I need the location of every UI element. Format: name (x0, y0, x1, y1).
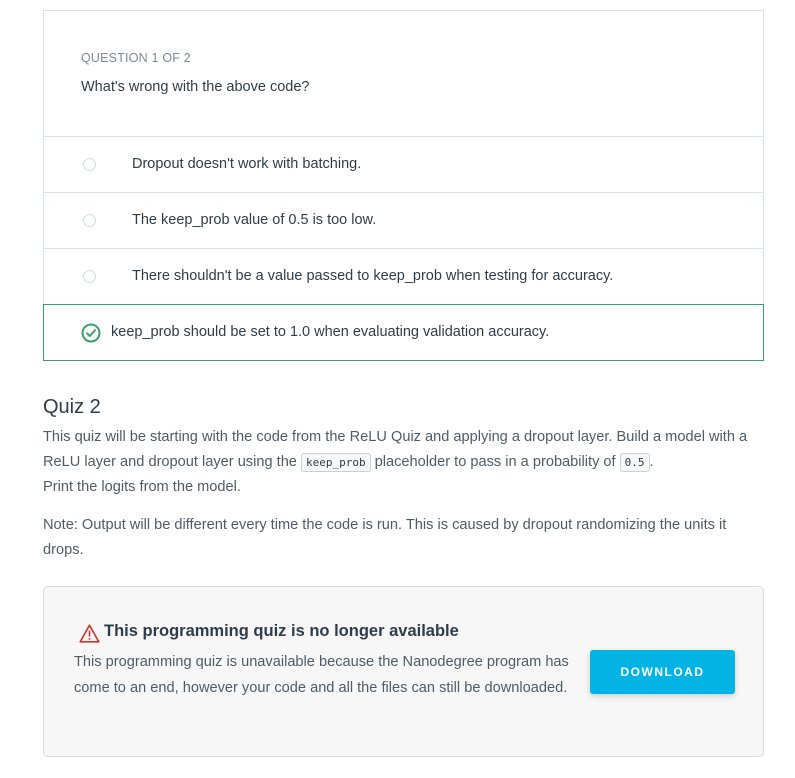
instructions-text: placeholder to pass in a probability of (370, 454, 620, 470)
section-title: Quiz 2 (43, 396, 101, 418)
question-counter: QUESTION 1 OF 2 (81, 51, 191, 65)
question-text: What's wrong with the above code? (81, 79, 310, 95)
quiz-card: QUESTION 1 OF 2 What's wrong with the ab… (43, 10, 764, 305)
quiz-option-2[interactable]: The keep_prob value of 0.5 is too low. (44, 193, 763, 249)
option-label: There shouldn't be a value passed to kee… (132, 268, 614, 284)
quiz2-instructions: This quiz will be starting with the code… (43, 425, 768, 500)
quiz-option-1[interactable]: Dropout doesn't work with batching. (44, 137, 763, 193)
quiz-option-correct[interactable]: keep_prob should be set to 1.0 when eval… (43, 304, 764, 361)
download-button[interactable]: DOWNLOAD (590, 650, 735, 694)
unavailable-title: This programming quiz is no longer avail… (104, 622, 459, 640)
warning-icon (79, 624, 100, 643)
radio-button[interactable] (83, 214, 96, 227)
quiz2-note: Note: Output will be different every tim… (43, 517, 727, 558)
quiz-question-header: QUESTION 1 OF 2 What's wrong with the ab… (44, 11, 763, 137)
page: QUESTION 1 OF 2 What's wrong with the ab… (0, 0, 795, 778)
option-label: The keep_prob value of 0.5 is too low. (132, 212, 377, 228)
correct-answer-label: keep_prob should be set to 1.0 when eval… (111, 324, 550, 340)
quiz-option-3[interactable]: There shouldn't be a value passed to kee… (44, 249, 763, 305)
unavailable-text: This programming quiz is unavailable bec… (74, 654, 569, 696)
radio-button[interactable] (83, 158, 96, 171)
code-probability: 0.5 (619, 453, 650, 472)
check-circle-icon (81, 323, 101, 343)
option-label: Dropout doesn't work with batching. (132, 156, 362, 172)
quiz-unavailable-notice: This programming quiz is no longer avail… (43, 586, 764, 757)
instructions-text: Print the logits from the model. (43, 479, 241, 495)
instructions-text: . (649, 454, 654, 470)
radio-button[interactable] (83, 270, 96, 283)
code-keep-prob: keep_prob (300, 453, 371, 472)
